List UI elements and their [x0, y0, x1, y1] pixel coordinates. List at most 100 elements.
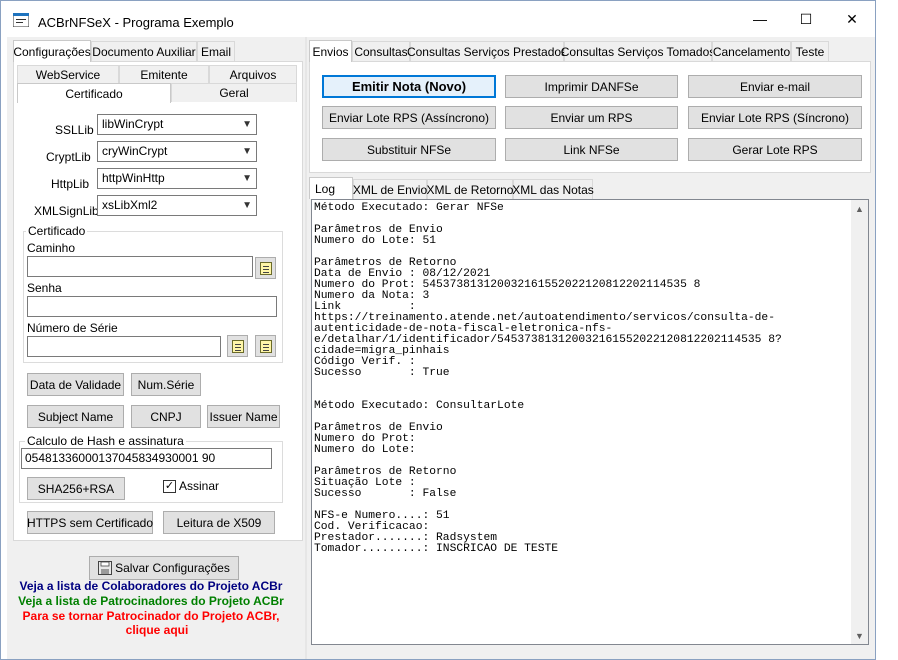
gerar-lote-rps-button[interactable]: Gerar Lote RPS [688, 138, 862, 161]
xmlsignlib-label: XMLSignLib [34, 204, 99, 218]
scroll-down-icon[interactable]: ▼ [851, 627, 868, 644]
chevron-down-icon: ▼ [242, 173, 252, 184]
check-icon: ✓ [163, 479, 176, 493]
scroll-up-icon[interactable]: ▲ [851, 200, 868, 217]
caminho-label: Caminho [27, 241, 76, 255]
leitura-x509-button[interactable]: Leitura de X509 [163, 511, 275, 534]
ssllib-label: SSLLib [55, 123, 94, 137]
tab-emitente[interactable]: Emitente [119, 65, 209, 83]
title-bar[interactable]: ACBrNFSeX - Programa Exemplo — ☐ ✕ [1, 1, 875, 37]
log-line: Numero do Lote: 51 [314, 235, 437, 247]
httplib-label: HttpLib [51, 177, 90, 191]
cryptlib-label: CryptLib [46, 150, 91, 164]
browse-certificado-button[interactable] [255, 257, 276, 279]
num-serie-button[interactable]: Num.Série [131, 373, 201, 396]
senha-input[interactable] [27, 296, 277, 317]
tab-geral[interactable]: Geral [171, 83, 297, 102]
tab-consultas[interactable]: Consultas [352, 41, 410, 61]
chevron-down-icon: ▼ [242, 119, 252, 130]
minimize-icon: — [753, 11, 767, 27]
salvar-configuracoes-button[interactable]: Salvar Configurações [89, 556, 239, 580]
assinar-checkbox[interactable]: ✓ Assinar [163, 479, 219, 493]
https-sem-certificado-button[interactable]: HTTPS sem Certificado [27, 511, 153, 534]
log-line: Tomador.........: INSCRICAO DE TESTE [314, 543, 559, 555]
tab-arquivos[interactable]: Arquivos [209, 65, 297, 83]
window-title: ACBrNFSeX - Programa Exemplo [38, 15, 234, 30]
chevron-down-icon: ▼ [242, 146, 252, 157]
log-line: Método Executado: ConsultarLote [314, 400, 525, 412]
document-icon [259, 339, 272, 353]
close-button[interactable]: ✕ [829, 1, 875, 37]
tab-consultas-servicos-prestados[interactable]: Consultas Serviços Prestados [407, 41, 567, 61]
subject-name-button[interactable]: Subject Name [27, 405, 124, 428]
caminho-input[interactable] [27, 256, 253, 277]
log-memo[interactable]: Método Executado: Gerar NFSe Parâmetros … [311, 199, 869, 645]
tab-webservice[interactable]: WebService [17, 65, 119, 83]
httplib-select[interactable]: httpWinHttp ▼ [97, 168, 257, 189]
ssllib-value: libWinCrypt [102, 117, 164, 131]
cryptlib-select[interactable]: cryWinCrypt ▼ [97, 141, 257, 162]
numserie-input[interactable] [27, 336, 221, 357]
colaboradores-link[interactable]: Veja a lista de Colaboradores do Projeto… [1, 579, 301, 593]
app-window: ACBrNFSeX - Programa Exemplo — ☐ ✕ Confi… [0, 0, 876, 660]
log-line: Sucesso : False [314, 488, 457, 500]
log-line: Sucesso : True [314, 367, 450, 379]
hash-input[interactable]: 05481336000137045834930001 90 [21, 448, 272, 469]
clique-aqui-link[interactable]: clique aqui [1, 623, 313, 637]
xmlsignlib-value: xsLibXml2 [102, 198, 158, 212]
select-certificado-button[interactable] [227, 335, 248, 357]
hash-group-title: Calculo de Hash e assinatura [25, 434, 186, 448]
sha256-rsa-button[interactable]: SHA256+RSA [27, 477, 125, 500]
substituir-nfse-button[interactable]: Substituir NFSe [322, 138, 496, 161]
maximize-button[interactable]: ☐ [783, 1, 829, 37]
tab-cancelamento[interactable]: Cancelamento [712, 41, 791, 61]
certificado-group-title: Certificado [26, 224, 88, 238]
tab-documento-auxiliar[interactable]: Documento Auxiliar [91, 41, 197, 61]
imprimir-danfse-button[interactable]: Imprimir DANFSe [505, 75, 678, 98]
app-icon [13, 13, 29, 27]
log-text: Método Executado: Gerar NFSe Parâmetros … [314, 202, 782, 555]
tab-certificado[interactable]: Certificado [17, 83, 171, 103]
document-icon [259, 261, 272, 275]
data-validade-button[interactable]: Data de Validade [27, 373, 124, 396]
assinar-label: Assinar [179, 479, 220, 493]
minimize-button[interactable]: — [737, 1, 783, 37]
tab-teste[interactable]: Teste [791, 41, 829, 61]
log-line: Método Executado: Gerar NFSe [314, 202, 504, 214]
xmlsignlib-select[interactable]: xsLibXml2 ▼ [97, 195, 257, 216]
tab-log[interactable]: Log [309, 177, 353, 199]
tab-consultas-servicos-tomados[interactable]: Consultas Serviços Tomados [561, 41, 715, 61]
tab-xml-retorno[interactable]: XML de Retorno [427, 179, 513, 199]
patrocinadores-link[interactable]: Veja a lista de Patrocinadores do Projet… [1, 594, 301, 608]
save-icon [98, 561, 113, 575]
tab-xml-notas[interactable]: XML das Notas [512, 179, 594, 199]
list-certificados-button[interactable] [255, 335, 276, 357]
cnpj-button[interactable]: CNPJ [131, 405, 201, 428]
enviar-email-button[interactable]: Enviar e-mail [688, 75, 862, 98]
issuer-name-button[interactable]: Issuer Name [207, 405, 280, 428]
emitir-nota-button[interactable]: Emitir Nota (Novo) [322, 75, 496, 98]
left-edge-strip [1, 37, 7, 659]
link-nfse-button[interactable]: Link NFSe [505, 138, 678, 161]
numserie-label: Número de Série [27, 321, 118, 335]
tab-envios[interactable]: Envios [309, 40, 352, 62]
tornar-patrocinador-link[interactable]: Para se tornar Patrocinador do Projeto A… [1, 609, 301, 623]
enviar-um-rps-button[interactable]: Enviar um RPS [505, 106, 678, 129]
cryptlib-value: cryWinCrypt [102, 144, 168, 158]
vertical-scrollbar[interactable]: ▲ ▼ [851, 200, 868, 644]
httplib-value: httpWinHttp [102, 171, 165, 185]
enviar-lote-sincrono-button[interactable]: Enviar Lote RPS (Síncrono) [688, 106, 862, 129]
enviar-lote-assincrono-button[interactable]: Enviar Lote RPS (Assíncrono) [322, 106, 496, 129]
chevron-down-icon: ▼ [242, 200, 252, 211]
salvar-configuracoes-label: Salvar Configurações [115, 561, 230, 575]
tab-email[interactable]: Email [197, 41, 235, 61]
senha-label: Senha [27, 281, 62, 295]
document-icon [231, 339, 244, 353]
ssllib-select[interactable]: libWinCrypt ▼ [97, 114, 257, 135]
maximize-icon: ☐ [799, 10, 813, 27]
tab-configuracoes[interactable]: Configurações [13, 40, 91, 62]
tab-xml-envio[interactable]: XML de Envio [353, 179, 427, 199]
log-line: Numero do Lote: [314, 444, 416, 456]
splitter[interactable] [305, 37, 307, 659]
